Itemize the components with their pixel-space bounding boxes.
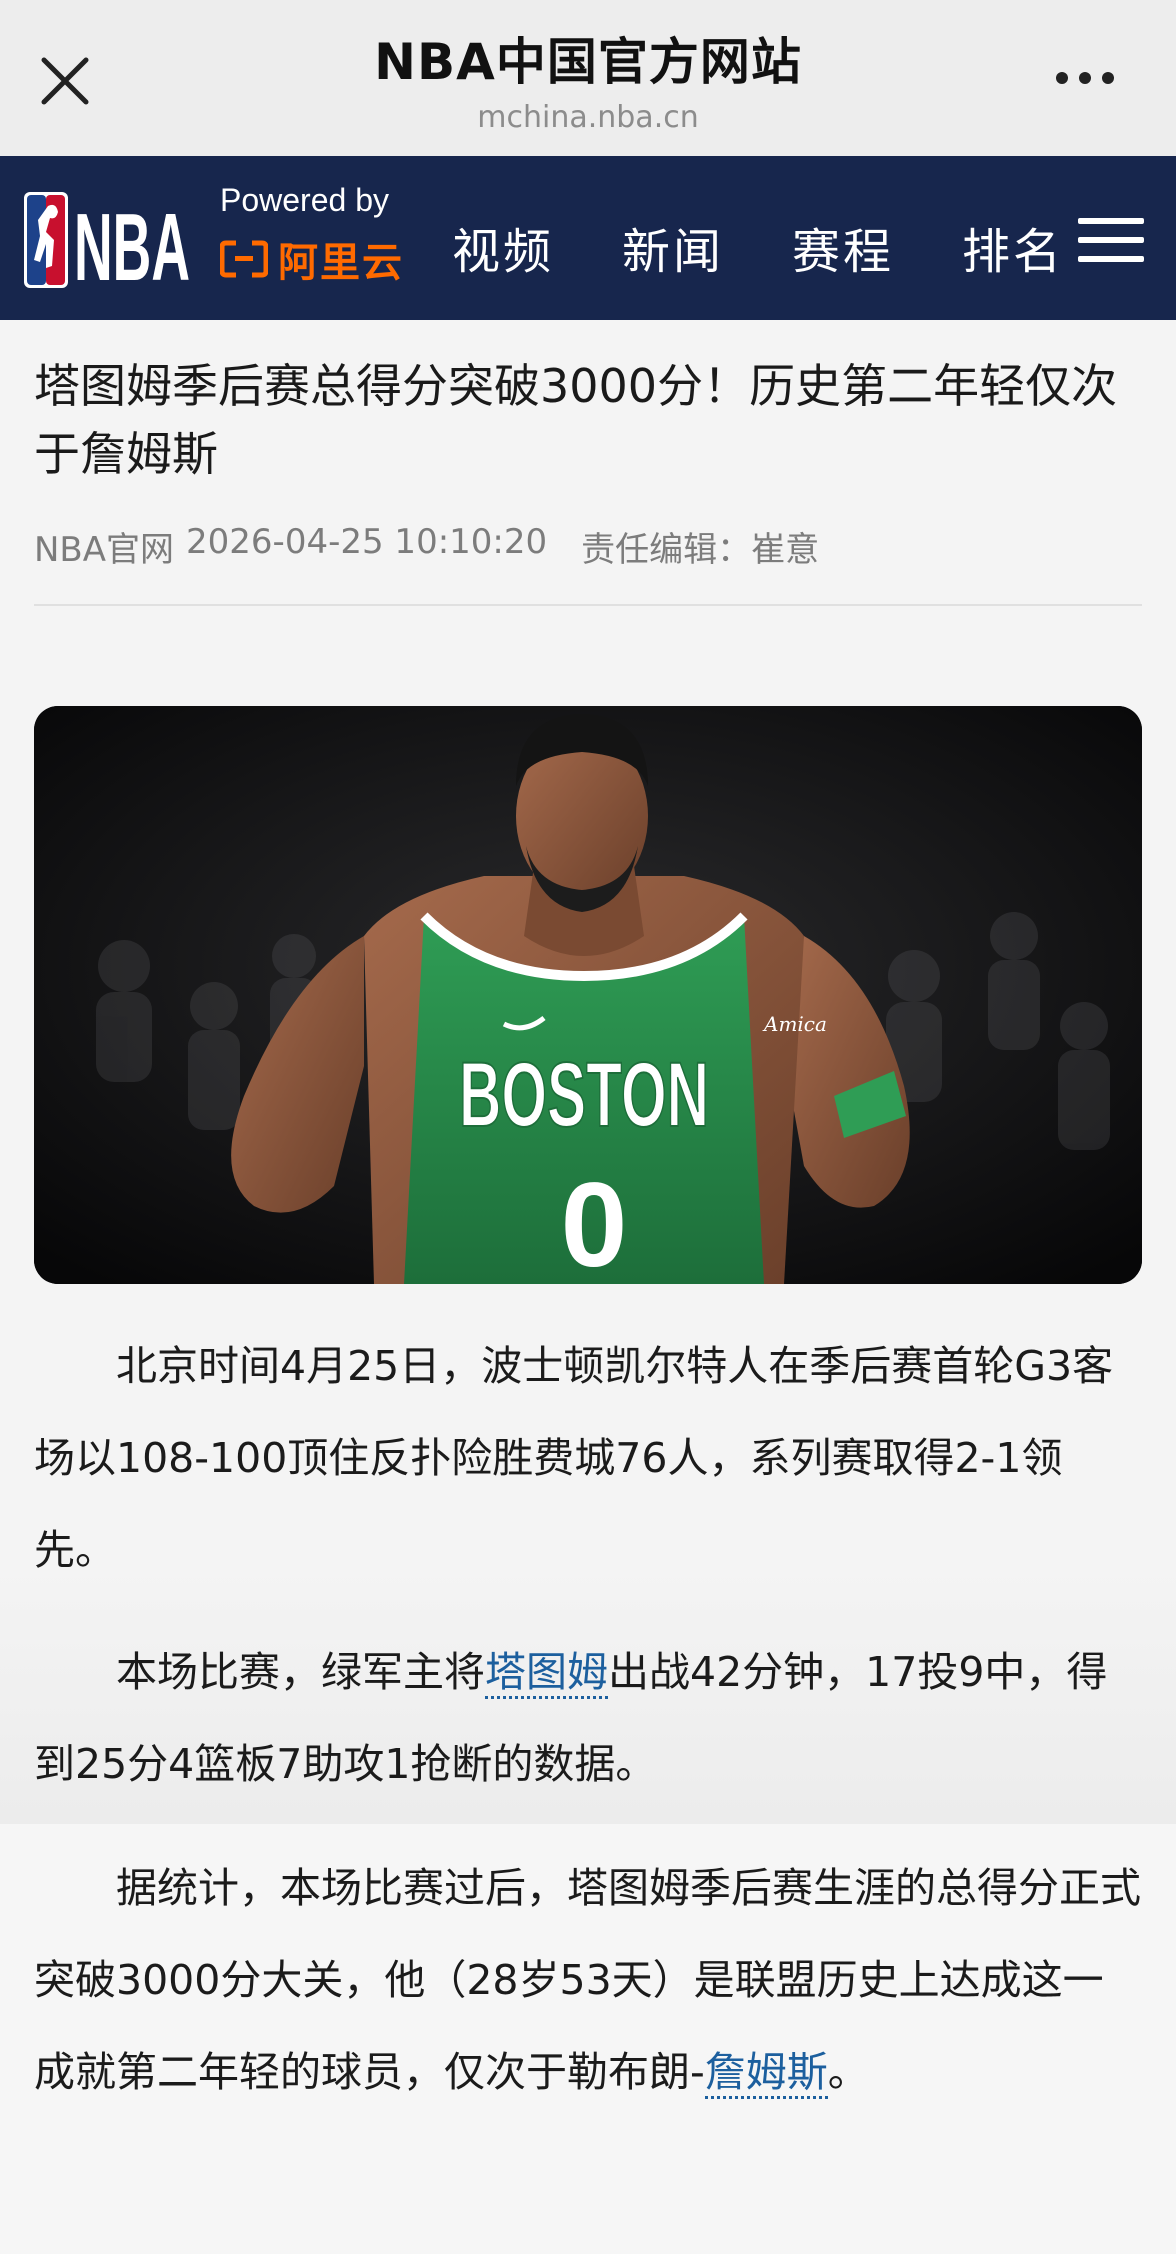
article-paragraph-3: 据统计，本场比赛过后，塔图姆季后赛生涯的总得分正式突破3000分大关，他（28岁… <box>34 1842 1144 2118</box>
paragraph-text: 本场比赛，绿军主将 <box>116 1648 485 1696</box>
article-editor: 责任编辑：崔意 <box>581 530 820 570</box>
article-source: NBA官网 <box>34 530 175 570</box>
article-paragraph-2: 本场比赛，绿军主将塔图姆出战42分钟，17投9中，得到25分4篮板7助攻1抢断的… <box>34 1626 1144 1810</box>
article-paragraph-1: 北京时间4月25日，波士顿凯尔特人在季后赛首轮G3客场以108-100顶住反扑险… <box>34 1320 1144 1596</box>
article-headline: 塔图姆季后赛总得分突破3000分！历史第二年轻仅次于詹姆斯 <box>34 359 1118 481</box>
powered-by-label: Powered by <box>220 182 389 218</box>
nav-item-schedule[interactable]: 赛程 <box>792 212 894 282</box>
aliyun-label: 阿里云 <box>278 240 404 286</box>
article-hero-image: Amica BOSTON 0 <box>34 706 1142 1284</box>
article-datetime: 2026-04-25 10:10:20 <box>186 522 548 562</box>
aliyun-sponsor: 阿里云 <box>220 234 404 286</box>
article-meta: NBA官网 2026-04-25 10:10:20 责任编辑：崔意 <box>34 522 819 571</box>
paragraph-text: 北京时间4月25日，波士顿凯尔特人在季后赛首轮G3客场以108-100顶住反扑险… <box>34 1342 1114 1574</box>
player-link-james[interactable]: 詹姆斯 <box>704 2048 828 2099</box>
player-link-tatum[interactable]: 塔图姆 <box>485 1648 608 1699</box>
page-url: mchina.nba.cn <box>477 100 699 135</box>
site-nav-bar: NBA Powered by 阿里云 视频 新闻 赛程 排名 <box>0 156 1176 320</box>
svg-text:0: 0 <box>561 1158 628 1284</box>
svg-text:NBA: NBA <box>74 194 190 290</box>
browser-title-bar: NBA中国官方网站 mchina.nba.cn <box>0 0 1176 156</box>
nav-item-standings[interactable]: 排名 <box>962 212 1064 282</box>
aliyun-logo-icon <box>220 240 268 278</box>
nav-item-video[interactable]: 视频 <box>452 212 554 282</box>
page-title: NBA中国官方网站 <box>374 33 802 91</box>
svg-text:Amica: Amica <box>762 1012 827 1036</box>
more-dots-icon[interactable] <box>1050 60 1120 96</box>
hamburger-menu-icon[interactable] <box>1076 214 1146 266</box>
paragraph-text: 。 <box>827 2048 869 2096</box>
nba-logo[interactable]: NBA <box>24 190 192 301</box>
header-divider <box>34 604 1142 606</box>
paragraph-text: 据统计，本场比赛过后，塔图姆季后赛生涯的总得分正式突破3000分大关，他（28岁… <box>34 1864 1141 2096</box>
svg-text:BOSTON: BOSTON <box>459 1044 709 1146</box>
nav-item-news[interactable]: 新闻 <box>622 212 724 282</box>
